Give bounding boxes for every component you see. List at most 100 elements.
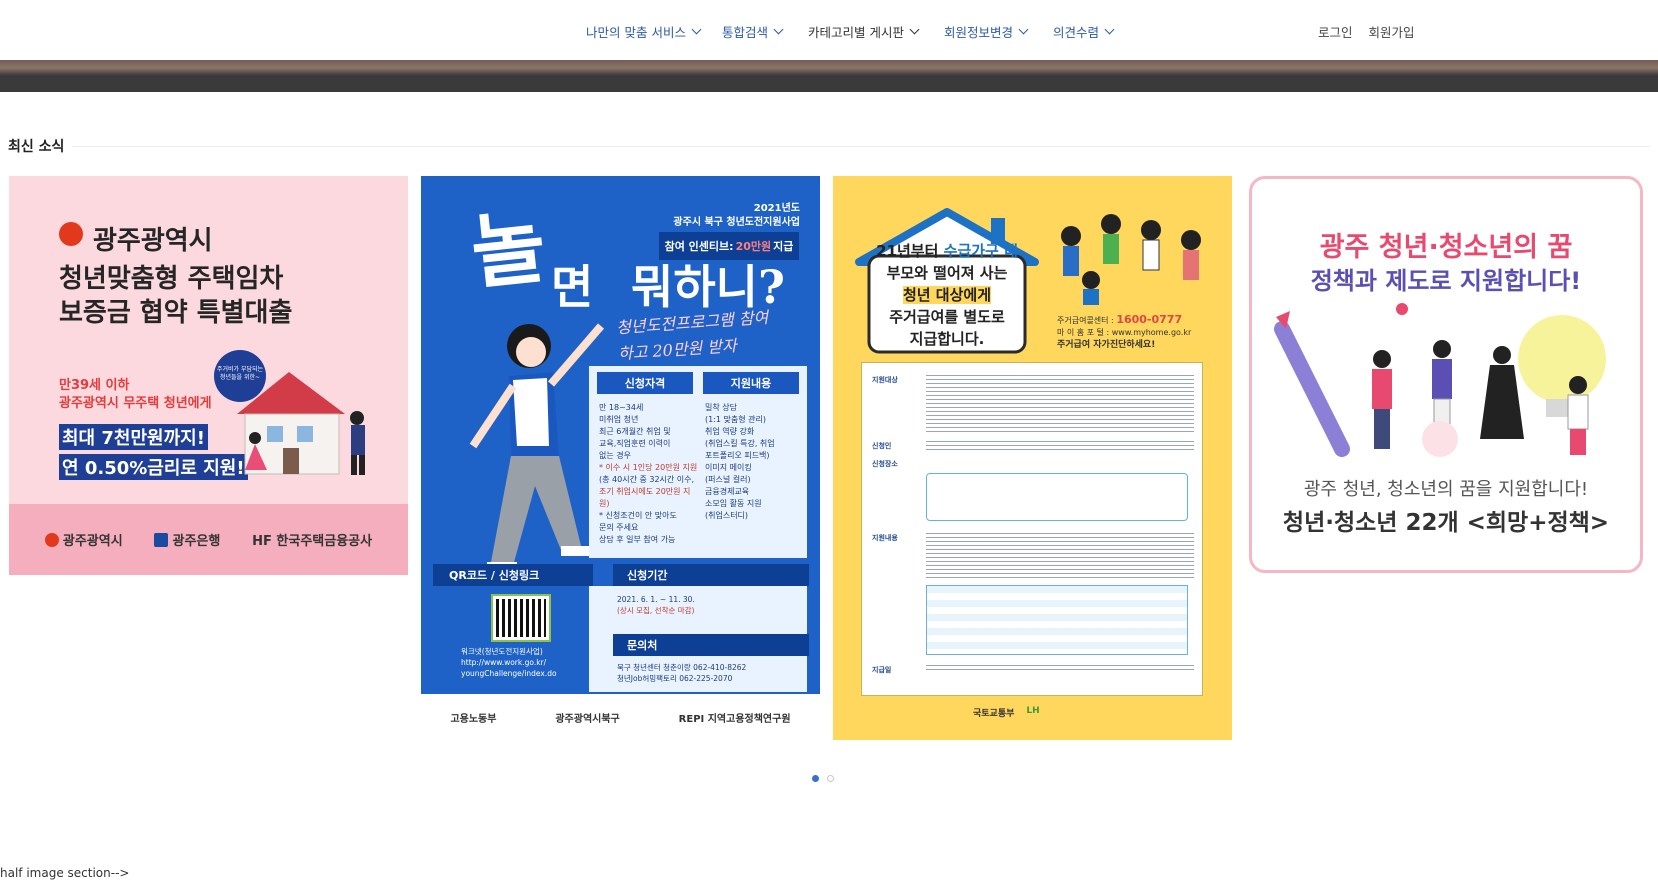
support-line: 포트폴리오 피드백) — [705, 451, 770, 460]
support-line: (1:1 맞춤형 관리) — [705, 415, 767, 424]
sponsor-label: 광주광역시북구 — [555, 713, 620, 725]
card-headline: 광주 청년·청소년의 꿈 — [1319, 232, 1573, 263]
qual-line: * 이수 시 1인당 20만원 지원 — [599, 463, 698, 472]
support-line: 취업 역량 강화 — [705, 427, 755, 436]
site-header: 나만의 맞춤 서비스 통합검색 카테고리별 게시판 회원정보변경 의견수렴 로그… — [0, 0, 1658, 60]
card-title-line: 광주광역시 — [93, 226, 213, 256]
headline-line: 주거급여를 별도로 — [889, 308, 1005, 326]
poster-year: 2021년도 — [753, 203, 800, 214]
chevron-down-icon — [909, 24, 920, 35]
support-line: (취업스킬 특강, 취업 — [705, 439, 775, 448]
poster-script: 청년도전프로그램 참여 하고 20만원 받자 — [615, 305, 771, 367]
news-card-housing-loan[interactable]: 광주광역시 청년맞춤형 주택임차 보증금 협약 특별대출 만39세 이하 광주광… — [9, 176, 408, 575]
qr-code — [491, 594, 551, 642]
support-line: 소모임 활동 지원 — [705, 499, 762, 508]
inquiry-line: 청년Job허밍팩토리 062-225-2070 — [617, 674, 733, 683]
poster-headline: 놀 — [466, 199, 550, 301]
inquiry-label: 문의처 — [613, 634, 809, 656]
gwangju-logo-icon — [44, 532, 59, 547]
news-card-housing-benefit[interactable]: 21년부터 수급가구 내 부모와 떨어져 사는 청년 대상에게 주거급여를 별도… — [833, 176, 1232, 740]
qual-line: 교육,직업훈련 이력이 — [599, 439, 671, 448]
people-illustration — [1061, 214, 1201, 305]
chevron-down-icon — [1018, 24, 1029, 35]
headline-emphasis: 수급가구 내 — [943, 242, 1018, 260]
section-divider — [72, 146, 1650, 147]
benefit-document: 지원대상 신청인 신청장소 지원내용 지급일 — [861, 362, 1203, 696]
nav-item-label: 통합검색 — [721, 25, 768, 40]
sponsor-label: 광주은행 — [172, 534, 221, 549]
incentive-pill: 참여 인센티브: 20만원 지급 — [659, 232, 799, 260]
nav-item-member-info[interactable]: 회원정보변경 — [943, 22, 1029, 41]
section-title: 최신 소식 — [8, 139, 65, 155]
qual-line: 만 18~34세 — [599, 403, 644, 412]
logo-label: 국토교통부 — [973, 709, 1015, 719]
link-line: youngChallenge/index.do — [461, 669, 557, 678]
gwangju-logo — [59, 222, 83, 246]
sponsor-label: 고용노동부 — [450, 713, 497, 725]
apply-link: 워크넷(청년도전지원사업) http://www.work.go.kr/ you… — [461, 646, 557, 679]
chevron-down-icon — [773, 24, 784, 35]
headline-line: 지급합니다. — [909, 330, 985, 348]
card-title-line: 청년맞춤형 주택임차 — [59, 264, 284, 294]
link-line: http://www.work.go.kr/ — [461, 658, 547, 667]
policy-illustration — [1274, 303, 1606, 457]
doc-row-label: 신청인 — [872, 442, 892, 450]
sponsor-label: REPI 지역고용정책연구원 — [678, 713, 791, 725]
pill-suffix: 지급 — [773, 240, 794, 253]
support-line: (퍼스널 컬러) — [705, 475, 751, 484]
contact-info: 주거급여콜센터 : 1600-0777 마 이 홈 포 털 : www.myho… — [1057, 314, 1191, 351]
card-title-line: 보증금 협약 특별대출 — [59, 298, 293, 328]
auth-links: 로그인 회원가입 — [1318, 22, 1415, 41]
bank-logo-icon — [154, 532, 169, 547]
card-bubble: 주거비가 부담되는 청년들을 위한~ — [214, 350, 266, 402]
inquiry-line: 북구 청년센터 청춘이랑 062-410-8262 — [617, 663, 747, 672]
news-card-youth-challenge[interactable]: 놀 면 뭐하니? 2021년도 광주시 북구 청년도전지원사업 참여 인센티브:… — [421, 176, 820, 740]
panel-heading: 지원내용 — [703, 372, 799, 394]
pill-amount: 20만원 — [735, 240, 772, 253]
card-sponsor-footer: 광주광역시 광주은행 HF 한국주택금융공사 — [9, 504, 408, 575]
period-info: 2021. 6. 1. ~ 11. 30. (상시 모집, 선착순 마감) — [617, 594, 695, 616]
nav-item-search[interactable]: 통합검색 — [721, 22, 784, 41]
period-note: (상시 모집, 선착순 마감) — [617, 606, 695, 615]
sponsor-label: HF 한국주택금융공사 — [252, 534, 373, 549]
nav-item-label: 의견수렴 — [1052, 25, 1099, 40]
inquiry-info: 북구 청년센터 청춘이랑 062-410-8262 청년Job허밍팩토리 062… — [617, 662, 746, 684]
period-label: 신청기간 — [613, 564, 809, 586]
headline-line: 부모와 떨어져 사는 — [886, 264, 1008, 282]
qual-line: * 신청조건이 안 맞아도 — [599, 511, 677, 520]
login-link[interactable]: 로그인 — [1318, 22, 1353, 41]
carousel-dot[interactable] — [827, 775, 834, 782]
sponsor-label: 광주광역시 — [62, 534, 123, 549]
support-line: (취업스터디) — [705, 511, 749, 520]
news-card-youth-policy[interactable]: 광주 청년·청소년의 꿈 정책과 제도로 지원합니다! 광주 청년, 청소년의 … — [1249, 176, 1643, 573]
contact-website: 마 이 홈 포 털 : www.myhome.go.kr — [1057, 328, 1192, 337]
qual-line: 미취업 청년 — [599, 415, 639, 424]
card-description: 광주 청년, 청소년의 꿈을 지원합니다! — [1303, 479, 1589, 500]
nav-item-feedback[interactable]: 의견수렴 — [1052, 22, 1115, 41]
logo-label: LH — [1026, 706, 1040, 716]
main-nav: 나만의 맞춤 서비스 통합검색 카테고리별 게시판 회원정보변경 의견수렴 — [586, 22, 1115, 41]
signup-link[interactable]: 회원가입 — [1369, 22, 1415, 41]
headline-line: 청년 대상에게 — [902, 286, 992, 304]
carousel-dot[interactable] — [812, 775, 819, 782]
doc-text-lines — [926, 441, 1194, 453]
contact-label: 주거급여콜센터 : — [1057, 316, 1114, 325]
contact-number: 1600-0777 — [1116, 313, 1183, 326]
support-list: 밀착 상담 (1:1 맞춤형 관리) 취업 역량 강화 (취업스킬 특강, 취업… — [705, 402, 805, 522]
poster-program-name: 광주시 북구 청년도전지원사업 — [673, 217, 800, 228]
poster-program: 2021년도 광주시 북구 청년도전지원사업 — [673, 202, 800, 230]
doc-row-label: 지급일 — [872, 666, 892, 674]
qual-line: 최근 6개월간 취업 및 — [599, 427, 671, 436]
card-subtitle: 광주광역시 무주택 청년에게 — [59, 396, 212, 411]
poster-sponsors: 고용노동부 광주광역시북구 REPI 지역고용정책연구원 — [421, 694, 820, 740]
nav-item-label: 회원정보변경 — [943, 25, 1013, 40]
support-line: 이미지 메이킹 — [705, 463, 752, 472]
nav-item-custom-service[interactable]: 나만의 맞춤 서비스 — [586, 22, 702, 41]
nav-item-label: 카테고리별 게시판 — [807, 25, 904, 40]
housing-headline: 21년부터 수급가구 내 부모와 떨어져 사는 청년 대상에게 주거급여를 별도… — [867, 240, 1027, 350]
nav-item-category-board[interactable]: 카테고리별 게시판 — [807, 22, 920, 41]
gwangju-logo-icon — [59, 222, 83, 246]
doc-text-lines — [926, 665, 1194, 673]
support-line: 밀착 상담 — [705, 403, 737, 412]
qualification-list: 만 18~34세 미취업 청년 최근 6개월간 취업 및 교육,직업훈련 이력이… — [599, 402, 699, 546]
